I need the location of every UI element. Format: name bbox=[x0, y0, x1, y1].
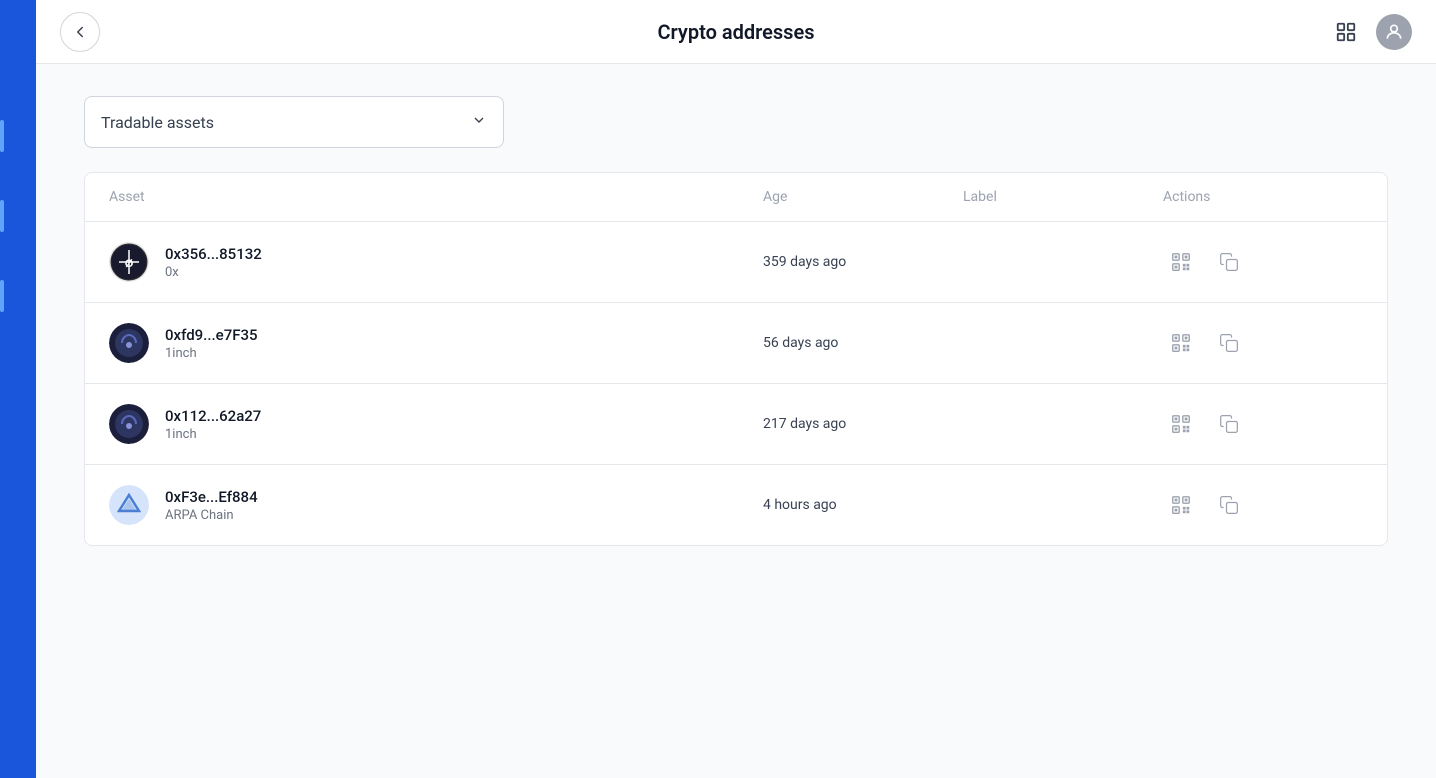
addresses-table: Asset Age Label Actions Ø bbox=[84, 172, 1388, 546]
asset-cell-2: 0xfd9...e7F35 1inch bbox=[109, 323, 763, 363]
col-header-age: Age bbox=[763, 189, 963, 205]
token-icon-2 bbox=[109, 323, 149, 363]
token-icon-4 bbox=[109, 485, 149, 525]
table-row: Ø 0x356...85132 0x 359 days ago bbox=[85, 222, 1387, 303]
asset-cell-4: 0xF3e...Ef884 ARPA Chain bbox=[109, 485, 763, 525]
asset-name-1: 0x bbox=[165, 265, 262, 280]
age-cell-3: 217 days ago bbox=[763, 416, 963, 432]
sidebar bbox=[0, 0, 36, 778]
token-icon-1: Ø bbox=[109, 242, 149, 282]
sidebar-indicator-1 bbox=[0, 120, 4, 152]
content-area: Tradable assets Asset Age Label Actions bbox=[36, 64, 1436, 778]
sidebar-indicator-3 bbox=[0, 280, 4, 312]
col-header-actions: Actions bbox=[1163, 189, 1363, 205]
table-row: 0xfd9...e7F35 1inch 56 days ago bbox=[85, 303, 1387, 384]
actions-cell-2 bbox=[1163, 325, 1363, 361]
asset-info-2: 0xfd9...e7F35 1inch bbox=[165, 326, 258, 361]
asset-address-1: 0x356...85132 bbox=[165, 245, 262, 263]
asset-name-3: 1inch bbox=[165, 427, 261, 442]
qr-code-button-1[interactable] bbox=[1163, 244, 1199, 280]
actions-cell-1 bbox=[1163, 244, 1363, 280]
col-header-asset: Asset bbox=[109, 189, 763, 205]
asset-info-3: 0x112...62a27 1inch bbox=[165, 407, 261, 442]
copy-address-button-4[interactable] bbox=[1211, 487, 1247, 523]
asset-name-4: ARPA Chain bbox=[165, 508, 258, 523]
table-row: 0xF3e...Ef884 ARPA Chain 4 hours ago bbox=[85, 465, 1387, 545]
copy-address-button-3[interactable] bbox=[1211, 406, 1247, 442]
age-cell-4: 4 hours ago bbox=[763, 497, 963, 513]
actions-cell-4 bbox=[1163, 487, 1363, 523]
asset-info-1: 0x356...85132 0x bbox=[165, 245, 262, 280]
page-title: Crypto addresses bbox=[657, 20, 814, 44]
tradable-assets-dropdown[interactable]: Tradable assets bbox=[84, 96, 504, 148]
asset-cell-1: Ø 0x356...85132 0x bbox=[109, 242, 763, 282]
asset-address-3: 0x112...62a27 bbox=[165, 407, 261, 425]
main-content: Crypto addresses Tradab bbox=[36, 0, 1436, 778]
avatar[interactable] bbox=[1376, 14, 1412, 50]
qr-code-button-2[interactable] bbox=[1163, 325, 1199, 361]
qr-code-button-4[interactable] bbox=[1163, 487, 1199, 523]
asset-cell-3: 0x112...62a27 1inch bbox=[109, 404, 763, 444]
asset-info-4: 0xF3e...Ef884 ARPA Chain bbox=[165, 488, 258, 523]
age-cell-1: 359 days ago bbox=[763, 254, 963, 270]
header-actions bbox=[1328, 14, 1412, 50]
back-button[interactable] bbox=[60, 12, 100, 52]
chevron-down-icon bbox=[471, 112, 487, 132]
filter-section: Tradable assets bbox=[84, 96, 1388, 148]
dropdown-label: Tradable assets bbox=[101, 113, 214, 132]
age-cell-2: 56 days ago bbox=[763, 335, 963, 351]
qr-code-button-3[interactable] bbox=[1163, 406, 1199, 442]
asset-name-2: 1inch bbox=[165, 346, 258, 361]
table-row: 0x112...62a27 1inch 217 days ago bbox=[85, 384, 1387, 465]
copy-address-button-1[interactable] bbox=[1211, 244, 1247, 280]
token-icon-3 bbox=[109, 404, 149, 444]
header: Crypto addresses bbox=[36, 0, 1436, 64]
asset-address-4: 0xF3e...Ef884 bbox=[165, 488, 258, 506]
grid-icon[interactable] bbox=[1328, 14, 1364, 50]
table-header: Asset Age Label Actions bbox=[85, 173, 1387, 222]
sidebar-indicator-2 bbox=[0, 200, 4, 232]
actions-cell-3 bbox=[1163, 406, 1363, 442]
copy-address-button-2[interactable] bbox=[1211, 325, 1247, 361]
asset-address-2: 0xfd9...e7F35 bbox=[165, 326, 258, 344]
col-header-label: Label bbox=[963, 189, 1163, 205]
